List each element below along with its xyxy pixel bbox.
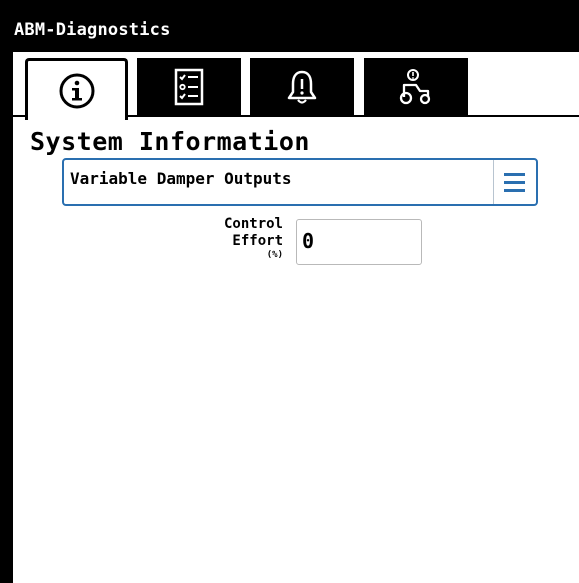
app-window: ABM-Diagnostics System Information Varia… [0,0,579,583]
tab-system-information[interactable] [25,58,128,120]
control-effort-label: Control Effort (%) [150,216,283,260]
label-unit: (%) [266,250,283,260]
bell-icon [287,70,317,104]
label-line-2: Effort [232,233,283,249]
selector-value: Variable Damper Outputs [70,169,292,188]
control-effort-value-field: 0 [296,219,422,265]
hamburger-menu-button[interactable] [494,160,536,204]
checklist-icon [174,68,204,105]
page-title: System Information [30,127,310,156]
screen-selector-dropdown[interactable]: Variable Damper Outputs [62,158,538,206]
info-icon [59,73,94,108]
tab-vehicle[interactable] [364,58,468,115]
tab-checklist[interactable] [137,58,241,115]
tractor-icon [399,68,431,104]
app-title: ABM-Diagnostics [14,20,171,40]
control-effort-value: 0 [302,229,315,253]
tab-alarms[interactable] [250,58,354,115]
title-bar: ABM-Diagnostics [0,0,579,52]
left-frame-border [0,0,13,583]
label-line-1: Control [223,216,283,232]
